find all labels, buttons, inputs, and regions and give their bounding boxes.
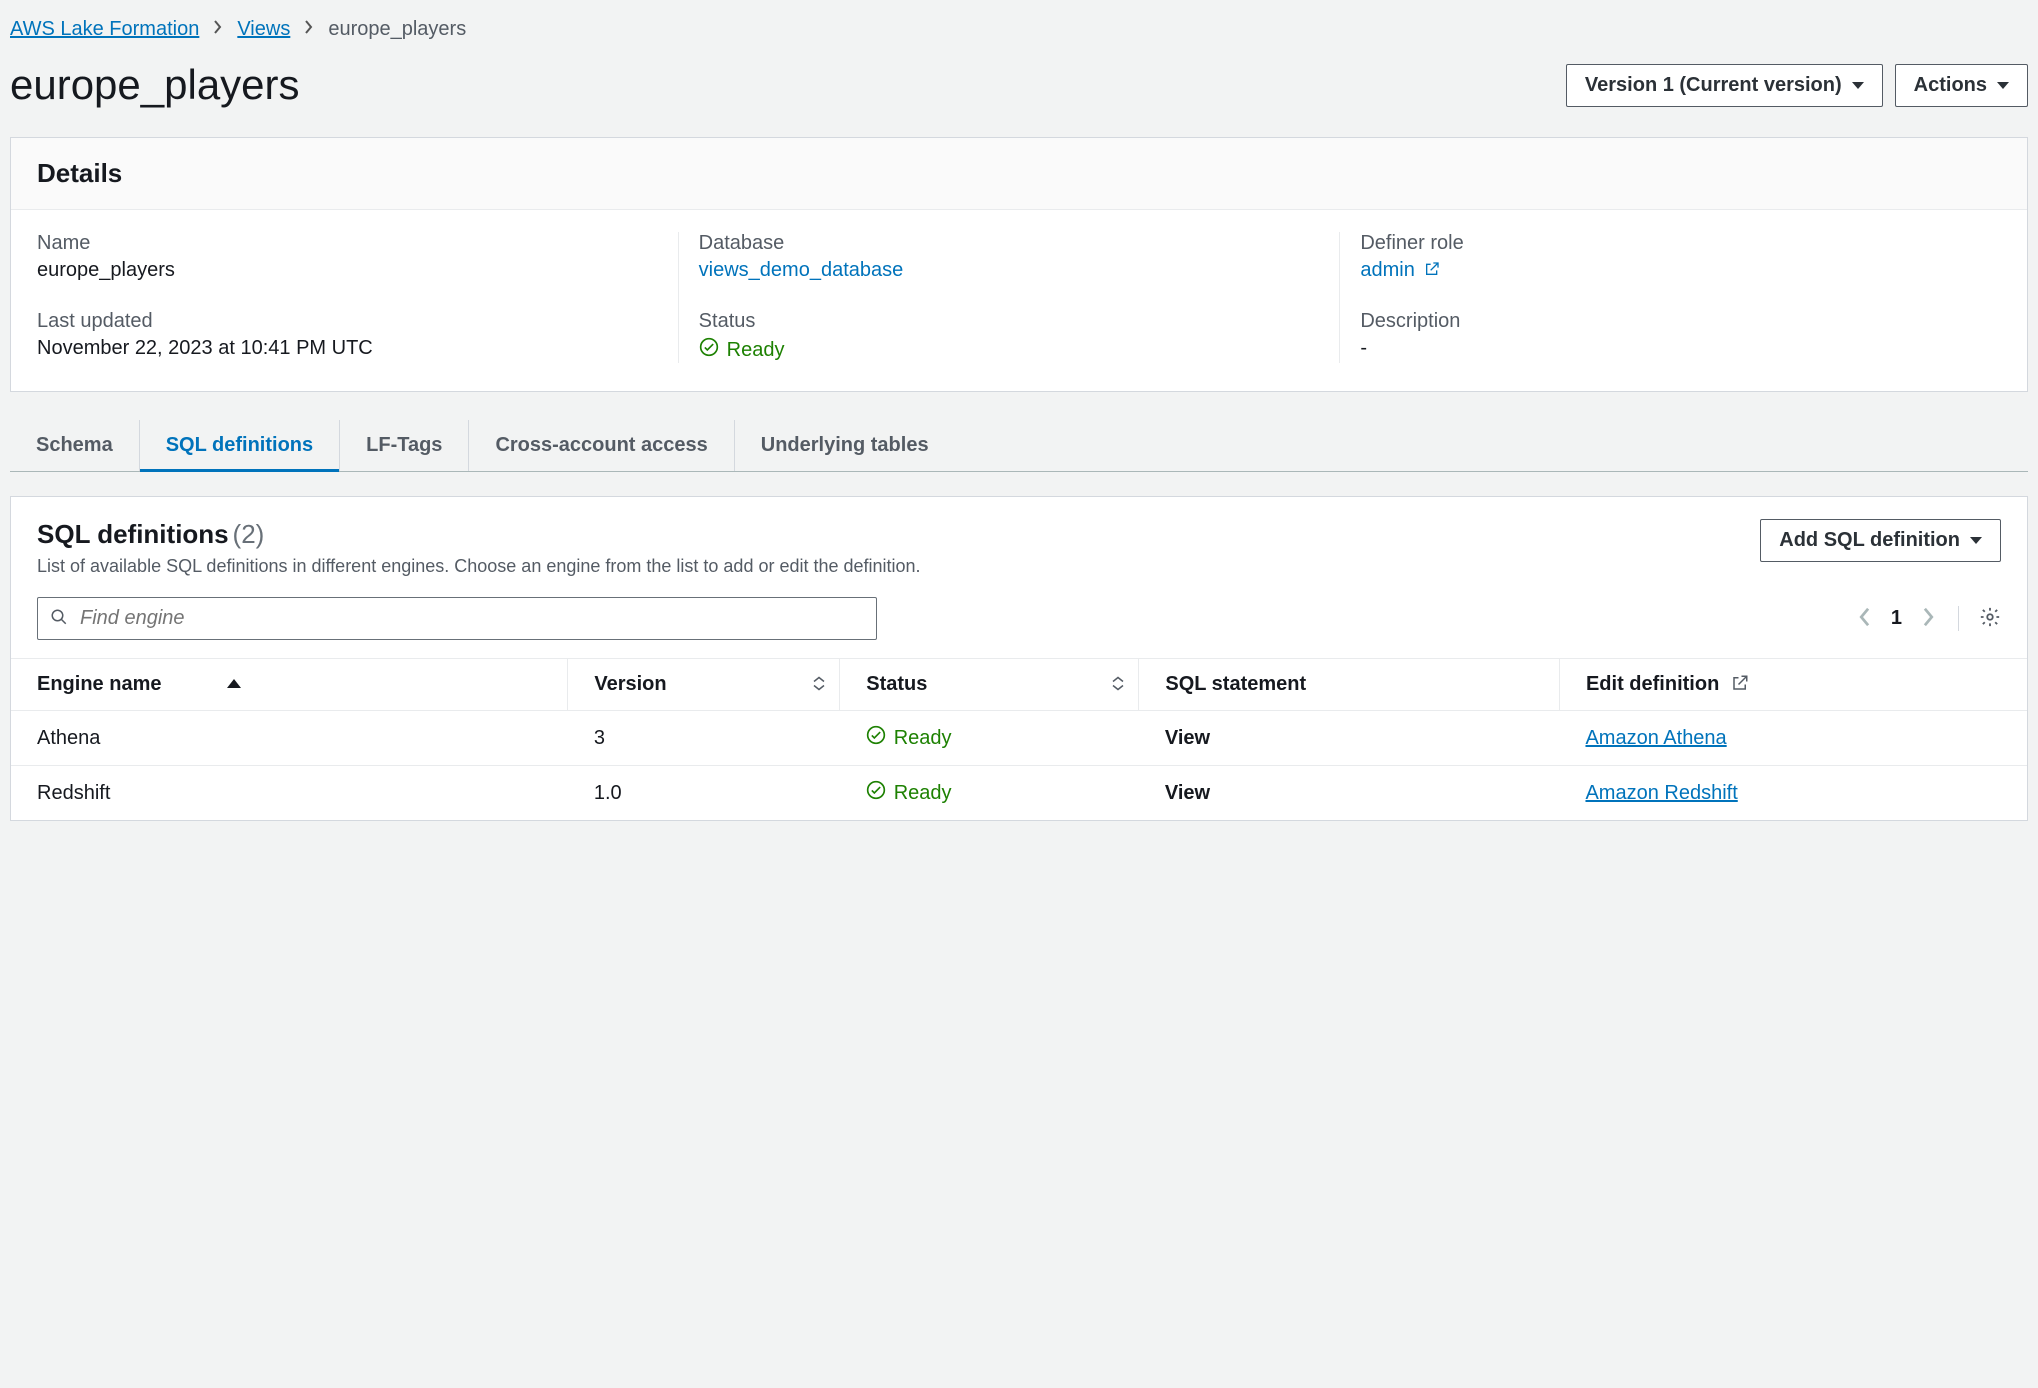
breadcrumb: AWS Lake Formation Views europe_players: [10, 10, 2028, 55]
cell-status: Ready: [840, 766, 1139, 821]
database-link[interactable]: views_demo_database: [699, 259, 904, 281]
sql-title: SQL definitions: [37, 519, 229, 549]
version-selector[interactable]: Version 1 (Current version): [1566, 64, 1883, 107]
chevron-right-icon: [213, 19, 223, 40]
status-label: Status: [699, 310, 1320, 333]
definer-link-text: admin: [1360, 259, 1414, 281]
pagination: 1: [1857, 606, 1942, 631]
details-title: Details: [11, 138, 2027, 210]
caret-down-icon: [1970, 537, 1982, 544]
cell-status: Ready: [840, 711, 1139, 766]
search-input[interactable]: [78, 606, 864, 631]
next-page-button[interactable]: [1922, 606, 1936, 631]
tab-schema[interactable]: Schema: [36, 420, 140, 471]
sort-icon: [813, 673, 825, 696]
description-label: Description: [1360, 310, 1981, 333]
col-engine-name[interactable]: Engine name: [11, 659, 568, 711]
sql-count: (2): [233, 519, 265, 549]
search-input-wrap[interactable]: [37, 597, 877, 640]
breadcrumb-root-link[interactable]: AWS Lake Formation: [10, 18, 199, 41]
breadcrumb-current: europe_players: [328, 18, 466, 41]
status-text: Ready: [894, 727, 952, 750]
details-panel: Details Name europe_players Last updated…: [10, 137, 2028, 392]
add-sql-label: Add SQL definition: [1779, 529, 1960, 552]
gear-icon: [1979, 615, 2001, 631]
status-text: Ready: [727, 339, 785, 362]
edit-definition-link[interactable]: Amazon Athena: [1585, 727, 1726, 749]
external-link-icon: [1725, 673, 1749, 695]
tab-cross-account[interactable]: Cross-account access: [469, 420, 734, 471]
page-title: europe_players: [10, 61, 1554, 109]
actions-button[interactable]: Actions: [1895, 64, 2028, 107]
sql-definitions-table: Engine name Version Status: [11, 658, 2027, 820]
caret-down-icon: [1852, 82, 1864, 89]
cell-engine: Redshift: [11, 766, 568, 821]
status-value: Ready: [699, 337, 785, 363]
sql-description: List of available SQL definitions in dif…: [37, 556, 1748, 577]
tab-underlying-tables[interactable]: Underlying tables: [735, 420, 955, 471]
external-link-icon: [1420, 259, 1440, 281]
tab-sql-definitions[interactable]: SQL definitions: [140, 420, 340, 471]
sort-asc-icon: [227, 679, 241, 688]
col-stmt-label: SQL statement: [1165, 673, 1306, 695]
breadcrumb-views-link[interactable]: Views: [237, 18, 290, 41]
check-circle-icon: [699, 337, 719, 363]
col-version[interactable]: Version: [568, 659, 840, 711]
name-label: Name: [37, 232, 658, 255]
description-value: -: [1360, 337, 1981, 360]
col-sql-statement[interactable]: SQL statement: [1139, 659, 1560, 711]
col-edit-definition[interactable]: Edit definition: [1559, 659, 2027, 711]
check-circle-icon: [866, 725, 886, 751]
table-row: Athena 3 Ready View Amazon Athena: [11, 711, 2027, 766]
definer-link[interactable]: admin: [1360, 259, 1440, 281]
cell-engine: Athena: [11, 711, 568, 766]
col-edit-label: Edit definition: [1586, 673, 1719, 695]
prev-page-button[interactable]: [1857, 606, 1871, 631]
table-row: Redshift 1.0 Ready View Amazon Redshift: [11, 766, 2027, 821]
name-value: europe_players: [37, 259, 658, 282]
database-label: Database: [699, 232, 1320, 255]
chevron-right-icon: [304, 19, 314, 40]
cell-stmt: View: [1139, 711, 1560, 766]
cell-version: 1.0: [568, 766, 840, 821]
tabs: Schema SQL definitions LF-Tags Cross-acc…: [10, 420, 2028, 472]
version-selector-label: Version 1 (Current version): [1585, 74, 1842, 97]
status-text: Ready: [894, 782, 952, 805]
caret-down-icon: [1997, 82, 2009, 89]
settings-button[interactable]: [1958, 606, 2001, 631]
sql-definitions-panel: SQL definitions (2) List of available SQ…: [10, 496, 2028, 821]
check-circle-icon: [866, 780, 886, 806]
col-engine-label: Engine name: [37, 673, 161, 695]
cell-version: 3: [568, 711, 840, 766]
cell-stmt: View: [1139, 766, 1560, 821]
edit-definition-link[interactable]: Amazon Redshift: [1585, 782, 1737, 804]
add-sql-definition-button[interactable]: Add SQL definition: [1760, 519, 2001, 562]
last-updated-value: November 22, 2023 at 10:41 PM UTC: [37, 337, 658, 360]
tab-lf-tags[interactable]: LF-Tags: [340, 420, 469, 471]
last-updated-label: Last updated: [37, 310, 658, 333]
col-status-label: Status: [866, 673, 927, 695]
sort-icon: [1112, 673, 1124, 696]
actions-label: Actions: [1914, 74, 1987, 97]
col-version-label: Version: [594, 673, 666, 695]
definer-label: Definer role: [1360, 232, 1981, 255]
col-status[interactable]: Status: [840, 659, 1139, 711]
search-icon: [50, 608, 68, 629]
page-number: 1: [1891, 607, 1902, 630]
